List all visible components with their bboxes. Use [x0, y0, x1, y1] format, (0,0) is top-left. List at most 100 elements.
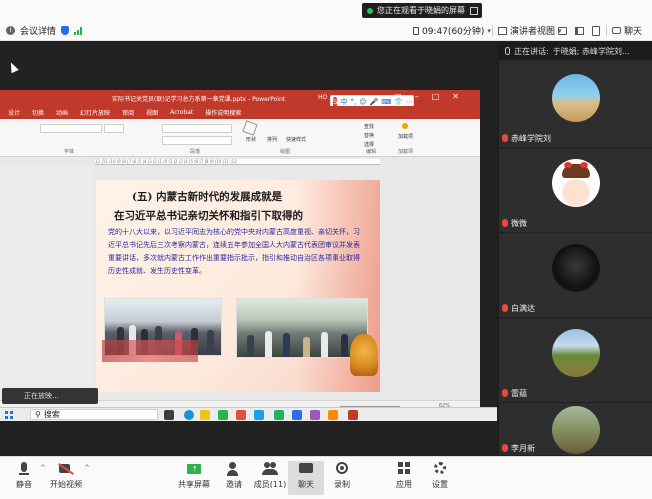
participant-tile[interactable]: 微微: [499, 149, 652, 233]
tab-acrobat[interactable]: Acrobat: [170, 109, 193, 116]
record-label[interactable]: 录制: [334, 480, 350, 489]
tab-slideshow[interactable]: 幻灯片放映: [80, 108, 110, 117]
chat-button[interactable]: 聊天: [288, 461, 324, 495]
window-icon[interactable]: [558, 27, 567, 35]
folder-icon[interactable]: [200, 410, 210, 420]
windows-start-icon[interactable]: [5, 411, 13, 419]
app-icon[interactable]: [254, 410, 264, 420]
phone-icon[interactable]: [592, 26, 600, 36]
taskbar-search[interactable]: ⚲ 搜索: [30, 409, 158, 420]
app-icon[interactable]: [328, 410, 338, 420]
members-label[interactable]: 成员(11): [254, 480, 286, 489]
video-label[interactable]: 开始视频: [50, 480, 82, 489]
avatar: [552, 159, 600, 207]
invite-button[interactable]: 邀请: [216, 462, 252, 490]
avatar: [552, 74, 600, 122]
sogou-icon[interactable]: S: [333, 96, 338, 107]
select-button[interactable]: 选择: [364, 141, 374, 148]
group-font-label: 字体: [64, 149, 75, 155]
addins-icon[interactable]: [402, 123, 408, 129]
settings-label[interactable]: 设置: [432, 480, 448, 489]
slide-flower-decoration: [102, 340, 198, 362]
apps-label[interactable]: 应用: [396, 480, 412, 489]
signal-icon[interactable]: [74, 26, 83, 35]
chevron-down-icon[interactable]: ▾: [487, 27, 491, 35]
powerpoint-icon[interactable]: [348, 410, 358, 420]
ime-item[interactable]: 🎤: [370, 98, 379, 106]
view-switch[interactable]: 演讲者视图 ▾: [498, 24, 562, 37]
taskbar-search-label[interactable]: 搜索: [44, 409, 60, 420]
chat-icon: [298, 462, 314, 476]
chevron-up-icon[interactable]: ^: [84, 464, 90, 472]
shared-screen[interactable]: 实际书记关党员(联)记学习总方系第一章党课.pptx - PowerPoint …: [0, 42, 497, 456]
ime-item[interactable]: °,: [350, 98, 356, 106]
tab-animations[interactable]: 动画: [56, 108, 68, 117]
participant-tile[interactable]: 雷蕴: [499, 319, 652, 403]
font-name-box[interactable]: [40, 124, 102, 133]
group-addins-label: 加载项: [398, 149, 414, 155]
divider: [492, 25, 493, 36]
participant-nameplate: 微微: [502, 217, 527, 229]
align-controls[interactable]: [162, 136, 232, 145]
ime-item[interactable]: 中: [340, 97, 347, 107]
chat-header-button[interactable]: 聊天: [612, 24, 642, 37]
mute-label[interactable]: 静音: [16, 480, 32, 489]
invite-label[interactable]: 邀请: [226, 480, 242, 489]
shapes-button[interactable]: 形状: [246, 136, 256, 143]
paragraph-controls[interactable]: [162, 124, 232, 133]
meeting-timer-text: 09:47(60分钟): [422, 27, 485, 37]
powerpoint-window[interactable]: 实际书记关党员(联)记学习总方系第一章党课.pptx - PowerPoint …: [0, 90, 480, 412]
participant-tile[interactable]: 赤峰学院刘: [499, 64, 652, 148]
tab-design[interactable]: 设计: [8, 108, 20, 117]
shield-icon[interactable]: [61, 26, 70, 35]
tell-me-search[interactable]: 操作说明搜索: [205, 108, 241, 117]
members-button[interactable]: 成员(11): [252, 462, 288, 490]
mute-button[interactable]: 静音 ^: [6, 462, 46, 490]
task-view-icon[interactable]: [164, 410, 174, 420]
meeting-app-icon[interactable]: [292, 410, 302, 420]
arrange-button[interactable]: 排列: [267, 136, 277, 143]
apps-button[interactable]: 应用: [386, 462, 422, 490]
record-button[interactable]: 录制: [324, 462, 360, 490]
addins-button[interactable]: 加载项: [398, 133, 413, 140]
tab-view[interactable]: 视图: [146, 108, 158, 117]
tab-review[interactable]: 审阅: [122, 108, 134, 117]
video-button[interactable]: 开始视频 ^: [48, 462, 90, 490]
ime-item[interactable]: ⌨: [381, 98, 391, 106]
quick-styles-button[interactable]: 快速样式: [286, 136, 306, 143]
chat-header-label[interactable]: 聊天: [624, 24, 642, 37]
view-label[interactable]: 演讲者视图: [510, 24, 555, 37]
find-button[interactable]: 查找: [364, 123, 374, 130]
app-icon[interactable]: [218, 410, 228, 420]
grid-icon[interactable]: [470, 6, 478, 15]
app-icon[interactable]: [310, 410, 320, 420]
ribbon-tabs: 设计 切换 动画 幻灯片放映 审阅 视图 Acrobat 操作说明搜索: [0, 106, 480, 119]
meeting-timer: 09:47(60分钟) ▾: [413, 24, 491, 37]
sidebar-toggle-icon[interactable]: [575, 27, 584, 35]
font-size-box[interactable]: [104, 124, 124, 133]
slide-thumbnail-pane[interactable]: [0, 165, 94, 400]
chevron-up-icon[interactable]: ^: [40, 464, 46, 472]
ime-item[interactable]: ☺: [359, 98, 366, 106]
ime-item[interactable]: 👕: [394, 98, 403, 106]
app-icon[interactable]: [236, 410, 246, 420]
chat-label[interactable]: 聊天: [298, 480, 314, 489]
info-icon[interactable]: i: [6, 26, 15, 35]
participant-tile[interactable]: 李月新: [499, 404, 652, 456]
shapes-icon[interactable]: [242, 120, 258, 136]
current-slide[interactable]: (五) 内蒙古新时代的发展成就是 在习近平总书记亲切关怀和指引下取得的 党的十八…: [96, 180, 380, 392]
participant-nameplate: 李月新: [502, 442, 535, 454]
mic-muted-icon: [502, 219, 508, 227]
edge-icon[interactable]: [184, 410, 194, 420]
participant-tile[interactable]: 白满达: [499, 234, 652, 318]
meeting-details-link[interactable]: 会议详情: [20, 24, 56, 37]
replace-button[interactable]: 替换: [364, 132, 374, 139]
tab-transitions[interactable]: 切换: [32, 108, 44, 117]
share-screen-label[interactable]: 共享屏幕: [178, 480, 210, 489]
wechat-icon[interactable]: [274, 410, 284, 420]
apps-icon: [396, 462, 412, 476]
settings-button[interactable]: 设置: [422, 462, 458, 490]
participant-name: 赤峰学院刘: [511, 133, 551, 143]
ime-item[interactable]: ⋯: [406, 98, 413, 106]
share-screen-button[interactable]: ↑ 共享屏幕: [176, 462, 212, 490]
